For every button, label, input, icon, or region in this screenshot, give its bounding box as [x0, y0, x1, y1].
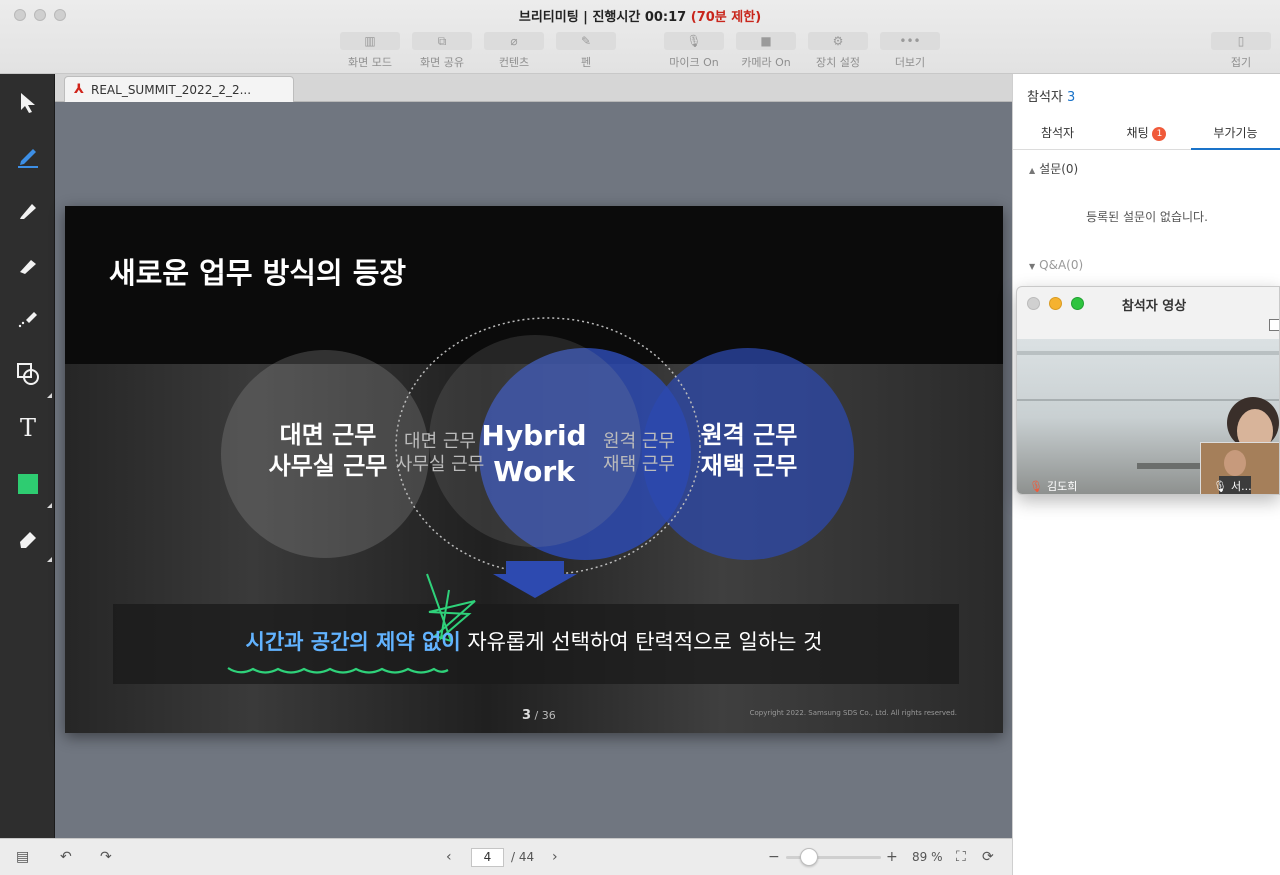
submenu-indicator-icon [47, 557, 52, 562]
slide-page-number: 3 / 36 [522, 708, 556, 723]
survey-section-toggle[interactable]: ▲ 설문(0) [1029, 160, 1078, 177]
thumbnail-view-icon[interactable]: ▤ [16, 849, 29, 865]
eraser-icon [20, 532, 36, 548]
refresh-icon[interactable]: ⟳ [982, 849, 994, 865]
shapes-icon [17, 363, 39, 385]
text-t-icon: T [19, 414, 36, 442]
chat-unread-badge: 1 [1152, 127, 1167, 141]
title-toolbar: 브리티미팅 | 진행시간 00:17 (70분 제한) ▥ 화면 모드 ⧉ 화면… [0, 0, 1280, 74]
zoom-slider-thumb[interactable] [800, 848, 818, 866]
participants-header: 참석자 3 [1027, 90, 1076, 105]
time-limit: (70분 제한) [690, 10, 762, 25]
window-title: 브리티미팅 | 진행시간 00:17 (70분 제한) [518, 10, 762, 25]
marker-tool[interactable] [10, 192, 46, 228]
tab-chat[interactable]: 채팅 1 [1102, 124, 1191, 141]
pen-tool[interactable] [10, 138, 46, 174]
contents-button[interactable]: ⌀ 컨텐츠 [483, 32, 545, 72]
document-tab[interactable]: ⅄ REAL_SUMMIT_2022_2_2... [64, 76, 294, 102]
marker-icon [20, 204, 36, 219]
rotate-right-icon[interactable]: ↷ [100, 849, 112, 865]
eraser-tool[interactable] [10, 520, 52, 562]
color-swatch-icon [18, 474, 38, 494]
pen-icon: ✎ [556, 32, 616, 50]
color-tool[interactable] [10, 466, 52, 508]
submenu-indicator-icon [47, 503, 52, 508]
previous-page-icon[interactable]: ‹ [446, 849, 452, 865]
device-settings-button[interactable]: ⚙ 장치 설정 [807, 32, 869, 72]
page-total: / 44 [511, 850, 535, 864]
highlighter-tool[interactable] [10, 246, 46, 282]
pen-button[interactable]: ✎ 펜 [555, 32, 617, 72]
microphone-icon: 🎙︎ [1029, 479, 1043, 493]
triangle-down-icon: ▼ [1029, 262, 1036, 271]
zoom-in-icon[interactable]: + [886, 849, 898, 865]
submenu-indicator-icon [47, 393, 52, 398]
video-window-title: 참석자 영상 [1121, 299, 1187, 314]
video-window-checkbox[interactable] [1269, 319, 1279, 331]
document-tabs: ⅄ REAL_SUMMIT_2022_2_2... [55, 74, 1012, 102]
slide-caption: 시간과 공간의 제약 없이 자유롭게 선택하여 탄력적으로 일하는 것 [65, 626, 1003, 656]
presentation-slide: 새로운 업무 방식의 등장 대면 근무 사무실 근무 대면 근무 사무실 근무 … [65, 206, 1003, 733]
microphone-icon: 🎙︎ [1213, 479, 1227, 493]
caption-rest: 자유롭게 선택하여 탄력적으로 일하는 것 [460, 630, 823, 654]
screen-share-icon: ⧉ [412, 32, 472, 50]
microphone-button[interactable]: 🎙︎ 마이크 On [663, 32, 725, 72]
gear-icon: ⚙ [808, 32, 868, 50]
panel-tabs: 참석자 채팅 1 부가기능 [1013, 116, 1280, 150]
document-viewer: ⅄ REAL_SUMMIT_2022_2_2... 새로운 업무 방식의 등장 … [55, 74, 1012, 838]
zoom-out-icon[interactable]: − [768, 849, 780, 865]
fit-page-icon[interactable]: ⛶ [956, 849, 966, 865]
slide-title: 새로운 업무 방식의 등장 [109, 256, 407, 290]
venn-label-right: 원격 근무 재택 근무 [700, 421, 798, 481]
collapse-button[interactable]: ▯ 접기 [1210, 32, 1272, 72]
survey-empty-message: 등록된 설문이 없습니다. [1086, 210, 1208, 224]
more-button[interactable]: ••• 더보기 [879, 32, 941, 72]
participant-name-main: 🎙︎ 김도희 [1029, 479, 1078, 494]
screen-mode-button[interactable]: ▥ 화면 모드 [339, 32, 401, 72]
camera-button[interactable]: ■ 카메라 On [735, 32, 797, 72]
qa-section-toggle[interactable]: ▼ Q&A(0) [1029, 258, 1083, 272]
laser-pointer-tool[interactable] [10, 300, 46, 336]
screen-share-button[interactable]: ⧉ 화면 공유 [411, 32, 473, 72]
screen-mode-icon: ▥ [340, 32, 400, 50]
participant-video-main: 🎙︎ 김도희 🎙︎ 서... [1017, 339, 1279, 494]
paperclip-icon: ⌀ [484, 32, 544, 50]
text-tool[interactable]: T [10, 410, 46, 446]
zoom-level: 89 % [912, 850, 943, 864]
venn-label-center: Hybrid Work [481, 419, 587, 489]
next-page-icon[interactable]: › [552, 849, 558, 865]
highlighter-icon [20, 260, 36, 274]
document-tab-title: REAL_SUMMIT_2022_2_2... [91, 82, 252, 97]
participant-video-window[interactable]: 참석자 영상 🎙︎ 김도희 🎙︎ 서... [1016, 286, 1280, 495]
page-number-input[interactable]: 4 [471, 848, 504, 867]
select-tool[interactable] [10, 84, 46, 120]
shape-tool[interactable] [10, 356, 52, 398]
microphone-icon: 🎙︎ [664, 32, 724, 50]
caption-highlight: 시간과 공간의 제약 없이 [245, 630, 461, 654]
venn-label-right-overlap: 원격 근무 재택 근무 [603, 431, 675, 476]
tab-extras[interactable]: 부가기능 [1191, 124, 1280, 150]
tab-participants[interactable]: 참석자 [1013, 124, 1102, 141]
triangle-up-icon: ▲ [1029, 166, 1036, 175]
cursor-arrow-icon [21, 93, 35, 113]
pdf-icon: ⅄ [74, 82, 84, 97]
annotation-toolbar: T [0, 74, 55, 875]
document-navbar: ▤ ↶ ↷ ‹ 4 / 44 › − + 89 % ⛶ ⟳ [0, 838, 1012, 875]
sidebar-icon: ▯ [1211, 32, 1271, 50]
more-icon: ••• [880, 32, 940, 50]
rotate-left-icon[interactable]: ↶ [60, 849, 72, 865]
participant-count: 3 [1067, 90, 1076, 105]
laser-pointer-icon [18, 312, 37, 328]
slide-copyright: Copyright 2022. Samsung SDS Co., Ltd. Al… [749, 709, 957, 717]
down-arrow-icon [493, 561, 577, 598]
pen-icon [18, 149, 38, 168]
participant-name-pip: 🎙︎ 서... [1213, 479, 1252, 494]
camera-icon: ■ [736, 32, 796, 50]
